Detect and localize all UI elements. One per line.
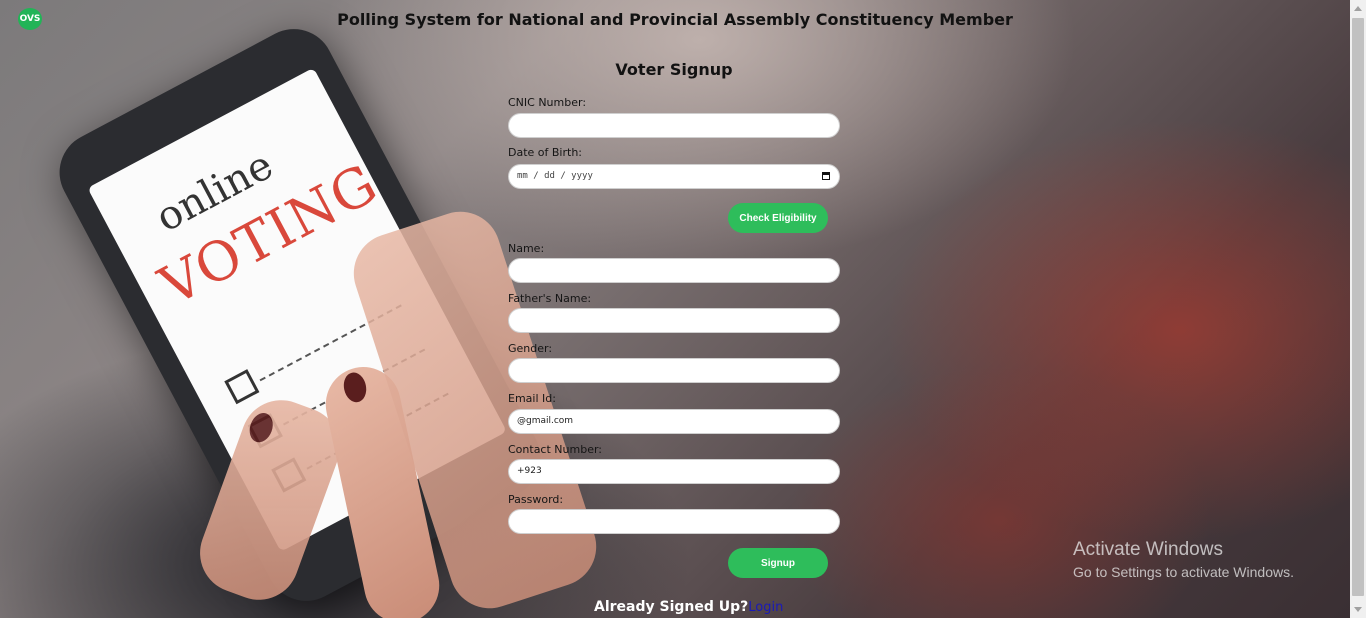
password-input[interactable] — [508, 509, 840, 534]
activate-windows-subtitle: Go to Settings to activate Windows. — [1073, 564, 1294, 580]
contact-input[interactable]: +923 — [508, 459, 840, 484]
dob-placeholder: mm / dd / yyyy — [517, 171, 593, 181]
scroll-up-arrow-icon[interactable] — [1354, 6, 1362, 11]
cnic-input[interactable] — [508, 113, 840, 138]
password-label: Password: — [508, 493, 564, 506]
gender-input[interactable] — [508, 358, 840, 383]
form-title: Voter Signup — [615, 60, 733, 79]
name-label: Name: — [508, 242, 545, 255]
already-signed-up-text: Already Signed Up? — [594, 599, 749, 615]
login-link[interactable]: Login — [748, 600, 783, 615]
footer-login-prompt: Already Signed Up?Login — [594, 599, 783, 615]
scrollbar-thumb[interactable] — [1352, 18, 1364, 596]
site-title: Polling System for National and Provinci… — [337, 10, 1013, 29]
gender-label: Gender: — [508, 342, 553, 355]
checkbox-graphic — [224, 369, 260, 405]
scroll-down-arrow-icon[interactable] — [1354, 607, 1362, 612]
check-eligibility-button[interactable]: Check Eligibility — [728, 203, 828, 233]
vertical-scrollbar[interactable] — [1350, 0, 1366, 618]
name-input[interactable] — [508, 258, 840, 283]
email-label: Email Id: — [508, 392, 556, 405]
dob-input[interactable]: mm / dd / yyyy — [508, 164, 840, 189]
calendar-icon[interactable] — [822, 172, 830, 180]
fingernail — [245, 409, 277, 446]
signup-button[interactable]: Signup — [728, 548, 828, 578]
activate-windows-title: Activate Windows — [1073, 539, 1223, 560]
fingernail — [341, 370, 369, 405]
contact-label: Contact Number: — [508, 443, 602, 456]
dob-label: Date of Birth: — [508, 146, 583, 159]
email-input[interactable]: @gmail.com — [508, 409, 840, 434]
cnic-label: CNIC Number: — [508, 96, 587, 109]
father-name-label: Father's Name: — [508, 292, 592, 305]
father-name-input[interactable] — [508, 308, 840, 333]
